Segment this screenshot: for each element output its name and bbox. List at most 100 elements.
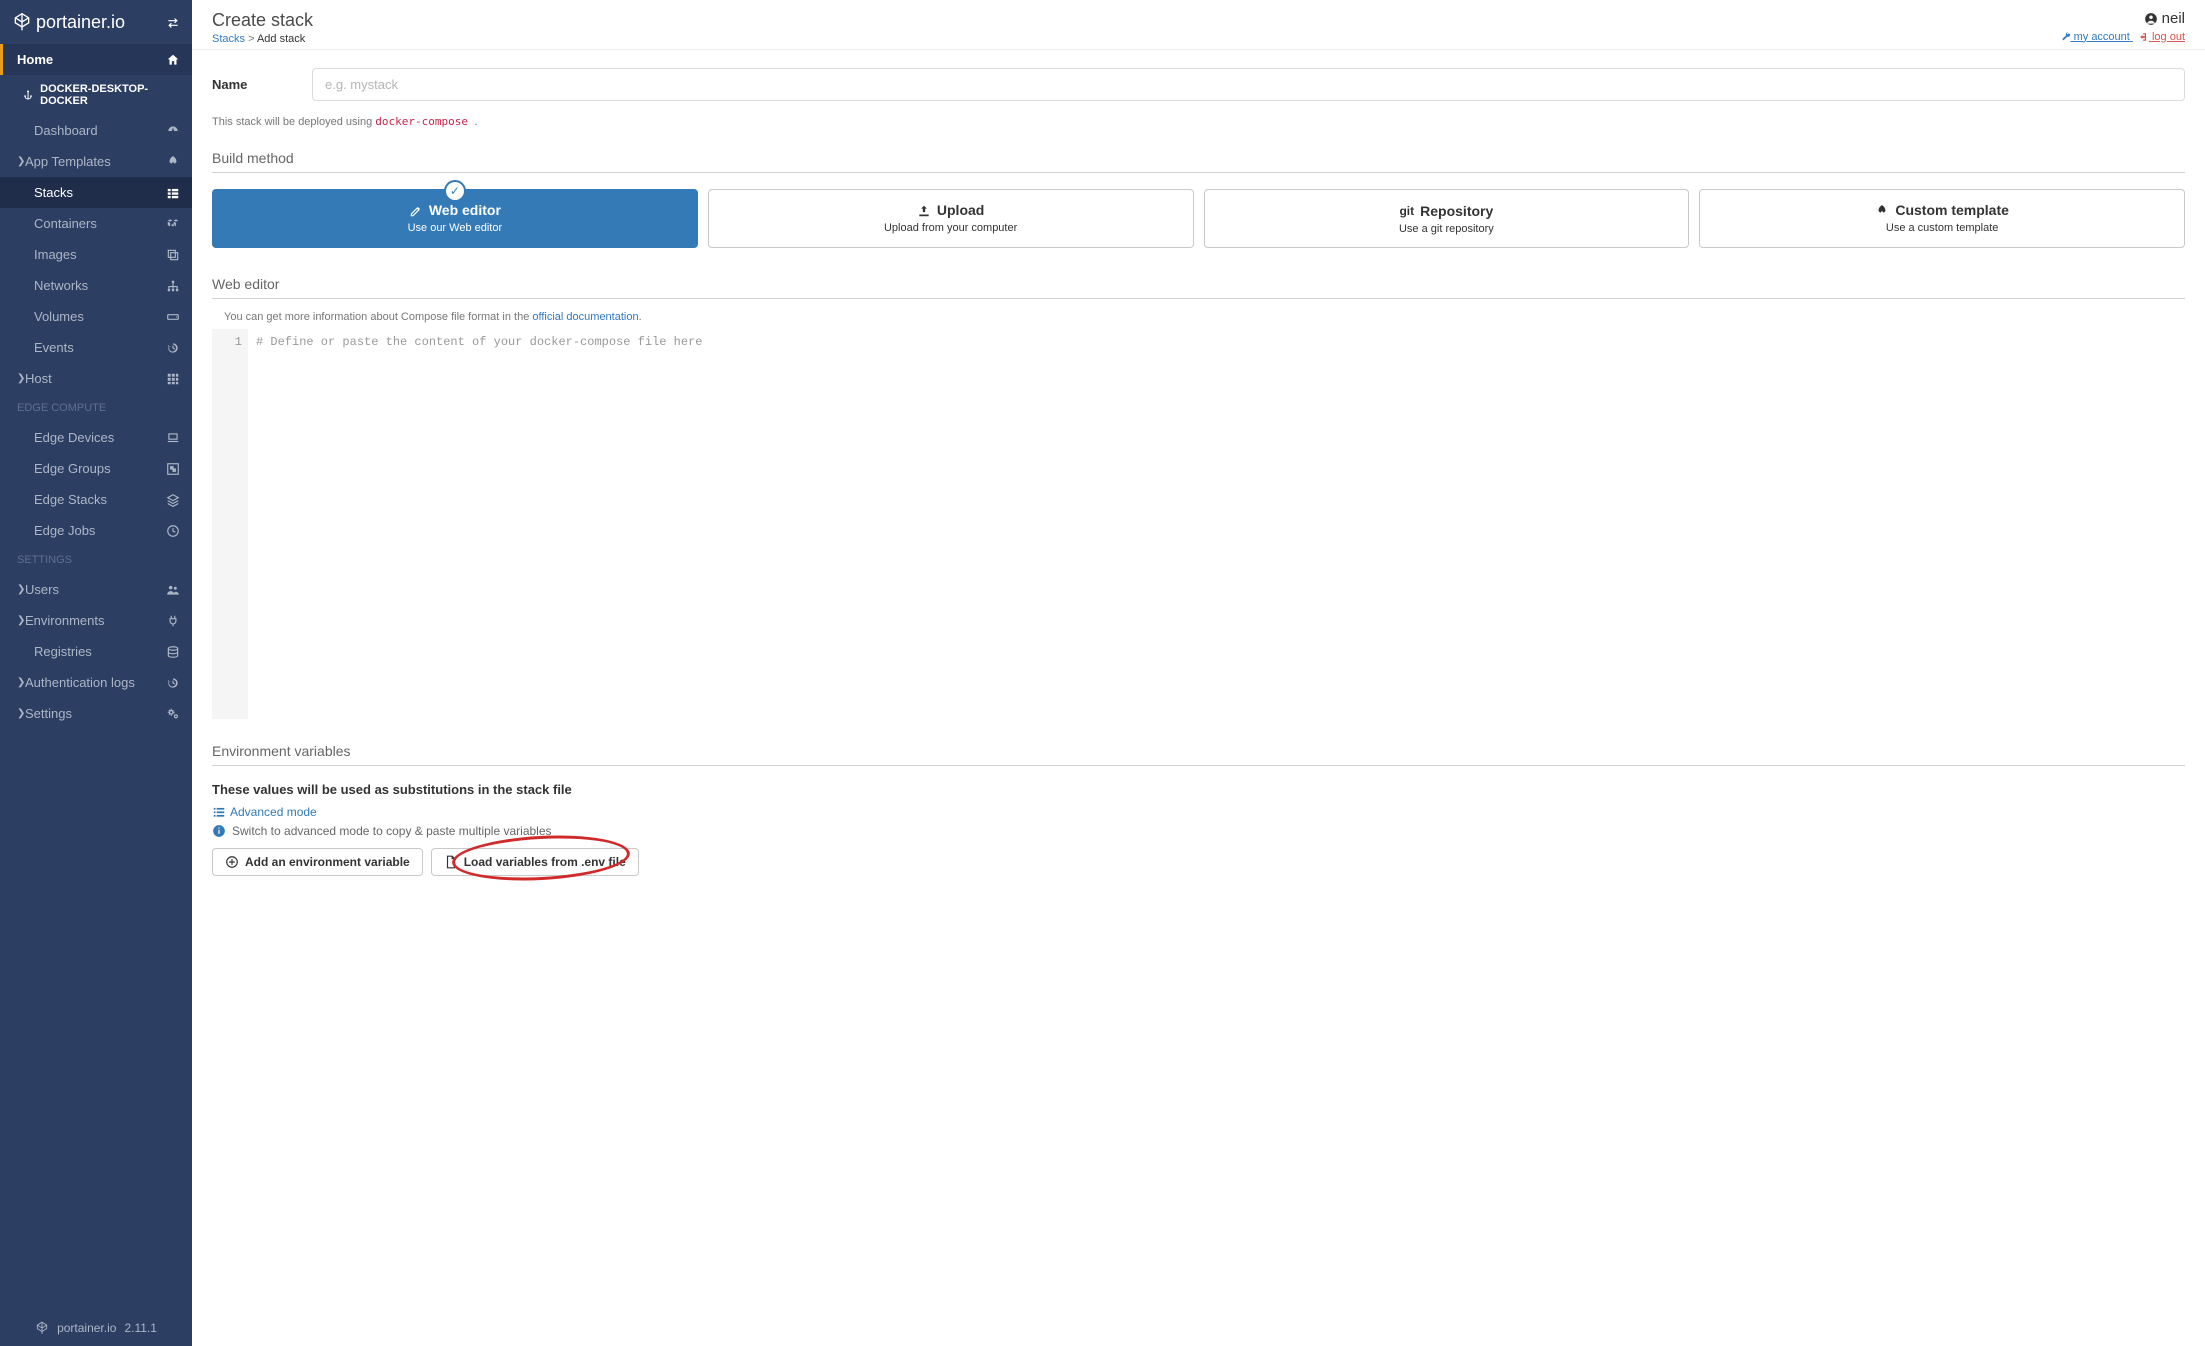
content: Name This stack will be deployed using d… xyxy=(192,50,2205,894)
build-method-web-editor[interactable]: ✓ Web editorUse our Web editor xyxy=(212,189,698,248)
editor-gutter: 1 xyxy=(212,329,248,719)
chevron-right-icon: ❯ xyxy=(17,708,25,719)
sidebar-footer: portainer.io 2.11.1 xyxy=(0,1310,192,1346)
main: Create stack Stacks > Add stack neil my … xyxy=(192,0,2205,1346)
plug-icon xyxy=(166,613,180,628)
build-method-title: Build method xyxy=(212,144,2185,173)
code-editor[interactable]: 1 # Define or paste the content of your … xyxy=(212,329,2185,719)
sidebar-item-images[interactable]: Images xyxy=(0,239,192,270)
sidebar-item-events[interactable]: Events xyxy=(0,332,192,363)
sidebar-item-edge-devices[interactable]: Edge Devices xyxy=(0,422,192,453)
box-subtitle: Use a git repository xyxy=(1213,223,1681,235)
wrench-icon xyxy=(2061,32,2071,42)
sidebar-item-edge-jobs[interactable]: Edge Jobs xyxy=(0,515,192,546)
box-subtitle: Upload from your computer xyxy=(717,222,1185,234)
sidebar-item-environments[interactable]: ❯Environments xyxy=(0,605,192,636)
history-icon xyxy=(166,675,180,690)
chevron-right-icon: ❯ xyxy=(17,677,25,688)
sidebar-item-users[interactable]: ❯Users xyxy=(0,574,192,605)
rocket-icon xyxy=(1875,202,1889,218)
box-title: Custom template xyxy=(1895,202,2009,218)
sidebar-item-authentication-logs[interactable]: ❯Authentication logs xyxy=(0,667,192,698)
sidebar-item-edge-stacks[interactable]: Edge Stacks xyxy=(0,484,192,515)
user-icon xyxy=(2144,12,2158,26)
sidebar-item-label: Settings xyxy=(25,706,166,721)
check-icon: ✓ xyxy=(444,180,466,202)
editor-help: You can get more information about Compo… xyxy=(212,307,2185,329)
web-editor-title: Web editor xyxy=(212,270,2185,299)
chevron-right-icon: ❯ xyxy=(17,584,25,595)
box-title: Repository xyxy=(1420,203,1493,219)
edit-icon xyxy=(409,202,423,218)
clock-icon xyxy=(166,523,180,538)
sidebar: portainer.io Home DOCKER-DESKTOP-DOCKER … xyxy=(0,0,192,1346)
plus-circle-icon xyxy=(225,855,239,869)
sidebar-item-networks[interactable]: Networks xyxy=(0,270,192,301)
sidebar-item-dashboard[interactable]: Dashboard xyxy=(0,115,192,146)
sidebar-item-label: Edge Jobs xyxy=(34,523,166,538)
list-icon xyxy=(212,805,226,819)
users-icon xyxy=(166,582,180,597)
sidebar-item-label: Edge Groups xyxy=(34,461,166,476)
build-method-custom-template[interactable]: Custom templateUse a custom template xyxy=(1699,189,2185,248)
user-name: neil xyxy=(2144,10,2185,27)
env-name: DOCKER-DESKTOP-DOCKER xyxy=(40,83,175,107)
footer-brand: portainer.io xyxy=(57,1321,116,1335)
sidebar-item-home[interactable]: Home xyxy=(0,44,192,75)
sidebar-item-label: Containers xyxy=(34,216,166,231)
upload-icon xyxy=(917,202,931,218)
breadcrumb: Stacks > Add stack xyxy=(212,33,313,45)
sidebar-env-label[interactable]: DOCKER-DESKTOP-DOCKER xyxy=(0,75,192,115)
sidebar-section-edge: EDGE COMPUTE xyxy=(0,394,192,422)
box-title: Web editor xyxy=(429,202,501,218)
editor-content[interactable]: # Define or paste the content of your do… xyxy=(248,329,2185,719)
breadcrumb-root[interactable]: Stacks xyxy=(212,33,245,45)
chevron-right-icon: ❯ xyxy=(17,373,25,384)
home-icon xyxy=(166,52,180,67)
cogs-icon xyxy=(166,706,180,721)
file-icon xyxy=(444,855,458,869)
build-method-repository[interactable]: git RepositoryUse a git repository xyxy=(1204,189,1690,248)
sidebar-item-containers[interactable]: Containers xyxy=(0,208,192,239)
th-list-icon xyxy=(166,185,180,200)
advanced-hint: Switch to advanced mode to copy & paste … xyxy=(212,824,2185,838)
sidebar-item-label: Environments xyxy=(25,613,166,628)
editor-help-link[interactable]: official documentation xyxy=(532,311,638,323)
sidebar-item-host[interactable]: ❯Host xyxy=(0,363,192,394)
sidebar-item-volumes[interactable]: Volumes xyxy=(0,301,192,332)
clone-icon xyxy=(166,247,180,262)
sidebar-item-app-templates[interactable]: ❯App Templates xyxy=(0,146,192,177)
logout-link[interactable]: log out xyxy=(2139,31,2185,43)
page-title: Create stack xyxy=(212,10,313,31)
build-method-upload[interactable]: UploadUpload from your computer xyxy=(708,189,1194,248)
brand-logo[interactable]: portainer.io xyxy=(12,11,125,33)
sidebar-item-label: Authentication logs xyxy=(25,675,166,690)
rocket-icon xyxy=(166,154,180,169)
sidebar-item-label: Edge Devices xyxy=(34,430,166,445)
sidebar-item-edge-groups[interactable]: Edge Groups xyxy=(0,453,192,484)
sidebar-item-label: Volumes xyxy=(34,309,166,324)
load-env-file-button[interactable]: Load variables from .env file xyxy=(431,848,639,876)
sidebar-item-registries[interactable]: Registries xyxy=(0,636,192,667)
cubes-icon xyxy=(166,216,180,231)
sidebar-toggle-icon[interactable] xyxy=(166,14,180,30)
advanced-mode-link[interactable]: Advanced mode xyxy=(212,805,317,819)
sidebar-item-label: Edge Stacks xyxy=(34,492,166,507)
sidebar-item-label: App Templates xyxy=(25,154,166,169)
sidebar-item-settings[interactable]: ❯Settings xyxy=(0,698,192,729)
user-area: neil my account log out xyxy=(2061,10,2185,43)
chevron-right-icon: ❯ xyxy=(17,615,25,626)
anchor-icon xyxy=(22,88,34,102)
sidebar-item-label: Host xyxy=(25,371,166,386)
sidebar-item-label: Images xyxy=(34,247,166,262)
info-icon xyxy=(212,824,226,838)
add-env-var-button[interactable]: Add an environment variable xyxy=(212,848,423,876)
stack-name-input[interactable] xyxy=(312,68,2185,101)
portainer-logo-icon xyxy=(35,1320,49,1336)
sidebar-item-stacks[interactable]: Stacks xyxy=(0,177,192,208)
breadcrumb-current: Add stack xyxy=(257,33,305,45)
laptop-icon xyxy=(166,430,180,445)
history-icon xyxy=(166,340,180,355)
brand-name: portainer.io xyxy=(36,12,125,33)
my-account-link[interactable]: my account xyxy=(2061,31,2133,43)
